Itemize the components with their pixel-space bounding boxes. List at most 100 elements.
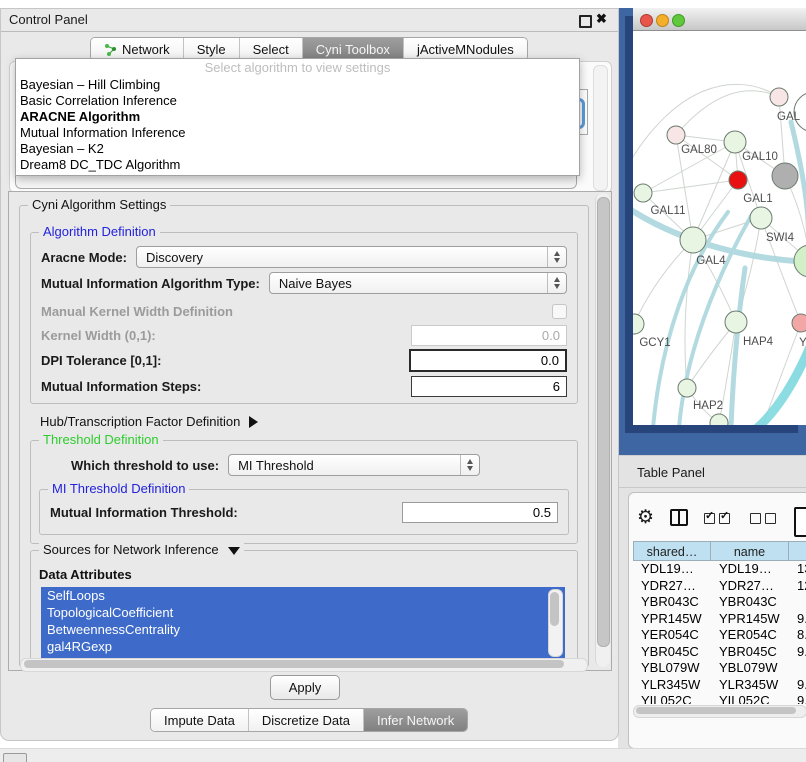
scrollbar-track[interactable] xyxy=(593,65,608,191)
algorithm-option[interactable]: Mutual Information Inference xyxy=(16,125,579,141)
table-row[interactable]: YBR045CYBR045C9. xyxy=(633,644,806,661)
tab-label: Infer Network xyxy=(377,713,454,728)
status-bar-icon[interactable] xyxy=(3,753,27,762)
table-cell: YBR043C xyxy=(633,594,711,611)
algorithm-option[interactable]: Dream8 DC_TDC Algorithm xyxy=(16,157,579,173)
network-node[interactable] xyxy=(633,314,644,334)
table-row[interactable]: YER054CYER054C8. xyxy=(633,627,806,644)
mi-steps-label: Mutual Information Steps: xyxy=(41,379,201,394)
document-icon[interactable] xyxy=(794,507,806,537)
stepper-icon xyxy=(547,247,566,267)
node-table[interactable]: shared…name YDL19…YDL19…13YDR27…YDR27…12… xyxy=(633,541,806,704)
network-overview-window[interactable]: GALGAL80GAL10GAL1GAL11GAL4SWI4GCY1HAP4YH… xyxy=(633,8,806,425)
tab-jactivemnodules[interactable]: jActiveMNodules xyxy=(403,38,527,60)
network-node[interactable] xyxy=(750,207,772,229)
scrollbar-thumb[interactable] xyxy=(636,707,796,714)
algorithm-definition-group: Algorithm Definition Aracne Mode: Discov… xyxy=(30,232,578,404)
table-row[interactable]: YLR345WYLR345W9. xyxy=(633,677,806,694)
mi-algorithm-type-select[interactable]: Naive Bayes xyxy=(269,272,567,294)
tab-label: Select xyxy=(253,42,289,57)
mi-steps-field[interactable]: 6 xyxy=(411,376,567,397)
scrollbar-thumb[interactable] xyxy=(24,660,564,668)
network-node[interactable] xyxy=(725,311,747,333)
table-horizontal-scrollbar[interactable] xyxy=(633,705,806,718)
tab-select[interactable]: Select xyxy=(239,38,302,60)
hub-tf-definition-expander[interactable]: Hub/Transcription Factor Definition xyxy=(40,414,258,429)
split-columns-icon[interactable] xyxy=(670,509,688,526)
network-window-titlebar[interactable] xyxy=(633,8,806,31)
scrollbar-thumb[interactable] xyxy=(550,592,559,626)
tab-network[interactable]: Network xyxy=(91,38,183,60)
select-all-icon[interactable] xyxy=(704,510,734,525)
mi-threshold-field[interactable]: 0.5 xyxy=(402,502,558,523)
table-row[interactable]: YBR043CYBR043C xyxy=(633,594,806,611)
table-cell: YBL079W xyxy=(711,660,789,677)
network-node[interactable] xyxy=(634,184,652,202)
apply-button[interactable]: Apply xyxy=(270,675,340,700)
close-traffic-light-icon[interactable] xyxy=(640,14,653,27)
network-tab-icon xyxy=(104,43,117,56)
tab-infer-network[interactable]: Infer Network xyxy=(363,709,467,731)
tab-label: Network xyxy=(122,42,170,57)
minimize-traffic-light-icon[interactable] xyxy=(656,14,669,27)
table-row[interactable]: YDR27…YDR27…12 xyxy=(633,578,806,595)
aracne-mode-select[interactable]: Discovery xyxy=(136,246,567,268)
listbox-scrollbar[interactable] xyxy=(548,589,563,657)
column-header[interactable] xyxy=(789,541,806,561)
which-threshold-select[interactable]: MI Threshold xyxy=(228,454,480,476)
table-row[interactable]: YIL052CYIL052C9. xyxy=(633,693,806,704)
network-node-label: GAL1 xyxy=(743,193,772,205)
column-header[interactable]: shared… xyxy=(633,541,711,561)
algorithm-option[interactable]: Bayesian – K2 xyxy=(16,141,579,157)
network-node[interactable] xyxy=(710,414,728,425)
cyni-bottom-tabs: Impute Data Discretize Data Infer Networ… xyxy=(150,708,468,732)
network-node[interactable] xyxy=(667,126,685,144)
network-node[interactable] xyxy=(680,227,706,253)
attribute-item[interactable]: gal4RGexp xyxy=(41,638,565,655)
dpi-tolerance-field[interactable]: 0.0 xyxy=(409,349,567,372)
settings-vertical-scrollbar[interactable] xyxy=(595,193,610,667)
network-node[interactable] xyxy=(794,245,806,277)
tab-impute-data[interactable]: Impute Data xyxy=(151,709,248,731)
scrollbar-thumb[interactable] xyxy=(597,197,610,647)
sources-expander[interactable]: Sources for Network Inference xyxy=(39,542,244,557)
attribute-item[interactable]: BetweennessCentrality xyxy=(41,621,565,638)
algorithm-option[interactable]: ARACNE Algorithm xyxy=(16,109,579,125)
algorithm-option-list[interactable]: Bayesian – Hill ClimbingBasic Correlatio… xyxy=(16,77,579,173)
data-attributes-label: Data Attributes xyxy=(39,567,132,582)
kernel-width-field[interactable]: 0.0 xyxy=(411,325,567,346)
app-screen: GALGAL80GAL10GAL1GAL11GAL4SWI4GCY1HAP4YH… xyxy=(0,0,806,762)
attribute-item[interactable]: SelfLoops xyxy=(41,587,565,604)
network-graph[interactable]: GALGAL80GAL10GAL1GAL11GAL4SWI4GCY1HAP4YH… xyxy=(633,30,806,425)
network-node[interactable] xyxy=(729,171,747,189)
close-panel-icon[interactable]: ✖ xyxy=(596,11,607,27)
tab-discretize-data[interactable]: Discretize Data xyxy=(248,709,363,731)
data-attributes-listbox[interactable]: SelfLoopsTopologicalCoefficientBetweenne… xyxy=(41,587,565,659)
network-node[interactable] xyxy=(792,314,806,332)
network-node[interactable] xyxy=(770,88,788,106)
tab-cyni-toolbox[interactable]: Cyni Toolbox xyxy=(302,38,403,60)
network-node[interactable] xyxy=(678,379,696,397)
network-node[interactable] xyxy=(772,163,798,189)
float-window-icon[interactable] xyxy=(579,15,592,28)
settings-gear-icon[interactable]: ⚙ xyxy=(637,508,654,527)
table-row[interactable]: YBL079WYBL079W xyxy=(633,660,806,677)
tab-style[interactable]: Style xyxy=(183,38,239,60)
deselect-all-icon[interactable] xyxy=(750,510,780,525)
zoom-traffic-light-icon[interactable] xyxy=(672,14,685,27)
manual-kernel-width-checkbox[interactable] xyxy=(552,304,567,319)
settings-horizontal-scrollbar[interactable] xyxy=(20,658,588,672)
network-node-label: GAL4 xyxy=(696,255,726,267)
table-header-row[interactable]: shared…name xyxy=(633,541,806,561)
algorithm-option[interactable]: Bayesian – Hill Climbing xyxy=(16,77,579,93)
table-cell: YIL052C xyxy=(633,693,711,704)
column-header[interactable]: name xyxy=(711,541,789,561)
network-node[interactable] xyxy=(724,131,746,153)
table-row[interactable]: YPR145WYPR145W9. xyxy=(633,611,806,628)
attribute-item[interactable]: TopologicalCoefficient xyxy=(41,604,565,621)
manual-kernel-width-label: Manual Kernel Width Definition xyxy=(41,304,233,319)
table-row[interactable]: YDL19…YDL19…13 xyxy=(633,561,806,578)
network-node-label: GAL80 xyxy=(681,144,717,156)
algorithm-option[interactable]: Basic Correlation Inference xyxy=(16,93,579,109)
table-body[interactable]: YDL19…YDL19…13YDR27…YDR27…12YBR043CYBR04… xyxy=(633,561,806,704)
